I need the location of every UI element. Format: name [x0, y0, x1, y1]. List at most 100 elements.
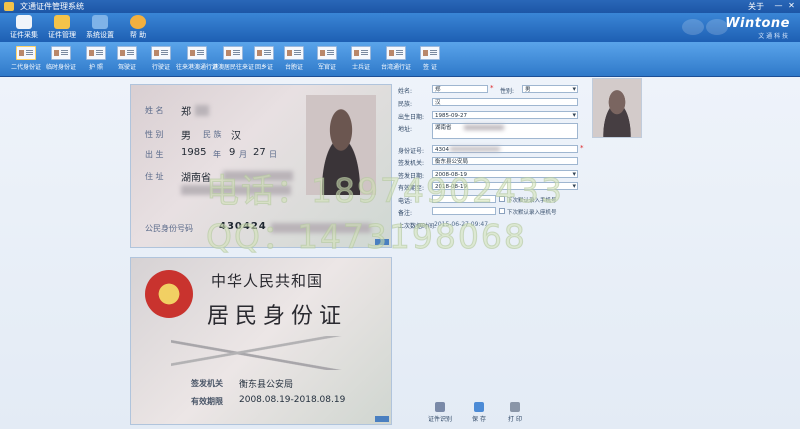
toolbar-manage-button[interactable]: 证件管理: [42, 15, 82, 41]
license-icon: [117, 46, 137, 60]
toolbar-label: 系统设置: [86, 31, 114, 39]
doctype-id-card-2nd[interactable]: 二代身份证: [7, 45, 45, 75]
permit-icon: [284, 46, 304, 60]
default-landline-label: 下次默认录入座机号: [507, 210, 557, 216]
portrait-photo: [306, 95, 376, 195]
toolbar-collect-button[interactable]: 证件采集: [4, 15, 44, 41]
id-card-back-image: 中华人民共和国 居民身份证 签发机关 衡东县公安局 有效期限 2008.08.1…: [130, 257, 392, 425]
default-mobile-label: 下次默认录入手机号: [507, 198, 557, 204]
brand-logo: Wintone 文 通 科 技: [682, 16, 790, 40]
doctype-label: 临时身份证: [45, 64, 76, 71]
privacy-blur: [223, 171, 293, 181]
doctype-officer[interactable]: 军官证: [308, 45, 346, 75]
permit-icon: [187, 46, 207, 60]
toolbar-help-button[interactable]: 帮 助: [118, 15, 158, 41]
front-birth-year: 1985: [181, 147, 207, 158]
form-authority-label: 签发机关:: [398, 160, 425, 167]
front-address-label: 住 址: [145, 172, 164, 181]
front-gender-value: 男: [181, 131, 191, 142]
form-ethnic-label: 民族:: [398, 101, 413, 108]
front-year-unit: 年: [213, 150, 221, 159]
form-gender-select[interactable]: 男: [522, 85, 578, 93]
main-toolbar: 证件采集 证件管理 系统设置 帮 助 Wintone 文 通 科 技: [0, 13, 800, 42]
front-name-value: 郑: [181, 107, 191, 118]
default-landline-checkbox[interactable]: [499, 208, 505, 214]
doctype-label: 二代身份证: [10, 64, 41, 71]
back-authority-label: 签发机关: [191, 379, 223, 388]
id-card-icon: [16, 46, 36, 60]
front-name-label: 姓 名: [145, 106, 164, 115]
form-gender-label: 性别:: [500, 88, 515, 95]
id-card-front-image: 姓 名 郑 性 别 男 民 族 汉 出 生 1985 年 9 月 27 日 住 …: [130, 84, 392, 248]
action-label: 证件识别: [427, 416, 452, 423]
back-validity-label: 有效期限: [191, 397, 223, 406]
back-title-country: 中华人民共和国: [211, 272, 324, 290]
close-button[interactable]: ✕: [786, 1, 797, 11]
doctype-temp-id[interactable]: 临时身份证: [42, 45, 80, 75]
card-badge: [375, 239, 389, 245]
doctype-label: 军官证: [317, 64, 336, 71]
front-day-unit: 日: [269, 150, 277, 159]
privacy-blur: [195, 105, 209, 116]
form-name-label: 姓名:: [398, 88, 413, 95]
doctype-label: 签 证: [423, 64, 437, 71]
permit-icon: [386, 46, 406, 60]
print-icon: [510, 402, 520, 412]
permit-icon: [223, 46, 243, 60]
license-icon: [151, 46, 171, 60]
front-ethnic-label: 民 族: [203, 130, 222, 139]
back-validity-value: 2008.08.19-2018.08.19: [239, 395, 346, 405]
doctype-vehicle-license[interactable]: 行驶证: [142, 45, 180, 75]
decor-bubble: [682, 19, 704, 35]
doctype-driver-license[interactable]: 驾驶证: [108, 45, 146, 75]
doctype-label: 回乡证: [254, 64, 273, 71]
recognize-button[interactable]: 证件识别: [426, 402, 454, 423]
action-label: 保 存: [472, 416, 486, 423]
form-phone-field[interactable]: [432, 195, 496, 203]
default-mobile-checkbox[interactable]: [499, 196, 505, 202]
doctype-soldier[interactable]: 士兵证: [342, 45, 380, 75]
front-ethnic-value: 汉: [231, 131, 241, 142]
form-note-field[interactable]: [432, 207, 496, 215]
minimize-button[interactable]: —: [773, 1, 784, 11]
folder-icon: [54, 15, 70, 29]
national-emblem-icon: [145, 270, 193, 318]
app-icon: [4, 2, 14, 11]
help-user-icon: [130, 15, 146, 29]
form-authority-field[interactable]: 衡东县公安局: [432, 157, 578, 165]
doctype-visa[interactable]: 签 证: [411, 45, 449, 75]
form-ethnic-field[interactable]: 汉: [432, 98, 578, 106]
form-address-field[interactable]: 湖南省: [432, 123, 578, 139]
toolbar-settings-button[interactable]: 系统设置: [80, 15, 120, 41]
save-button[interactable]: 保 存: [465, 402, 493, 423]
save-icon: [474, 402, 484, 412]
form-issue-select[interactable]: 2008-08-19: [432, 170, 578, 178]
doctype-label: 驾驶证: [117, 64, 136, 71]
back-authority-value: 衡东县公安局: [239, 380, 294, 390]
form-expire-select[interactable]: 2018-08-19: [432, 182, 578, 190]
doctype-label: 台湾通行证: [380, 64, 411, 71]
front-id-value: 430424: [219, 221, 267, 232]
front-birth-month: 9: [229, 147, 236, 158]
privacy-blur: [464, 125, 504, 130]
privacy-blur: [181, 185, 291, 195]
id-card-icon: [51, 46, 71, 60]
back-title-card: 居民身份证: [207, 304, 348, 329]
doctype-label: 台胞证: [284, 64, 303, 71]
toolbar-label: 证件采集: [10, 31, 38, 39]
print-button[interactable]: 打 印: [501, 402, 529, 423]
headshot-photo: [592, 78, 642, 138]
form-address-label: 地址:: [398, 126, 413, 133]
form-birth-select[interactable]: 1985-09-27: [432, 111, 578, 119]
doctype-taiwan-pass[interactable]: 台湾通行证: [377, 45, 415, 75]
about-link[interactable]: 关于: [748, 1, 764, 12]
form-id-label: 身份证号:: [398, 148, 425, 155]
window-title: 文通证件管理系统: [20, 2, 84, 11]
front-gender-label: 性 别: [145, 130, 164, 139]
form-phone-label: 电话:: [398, 198, 413, 205]
last-time-label: 上次数据时间:: [398, 223, 437, 230]
doctype-label: 行驶证: [151, 64, 170, 71]
form-name-field[interactable]: 郑: [432, 85, 488, 93]
brand-sub: 文 通 科 技: [758, 33, 788, 40]
passport-icon: [86, 46, 106, 60]
